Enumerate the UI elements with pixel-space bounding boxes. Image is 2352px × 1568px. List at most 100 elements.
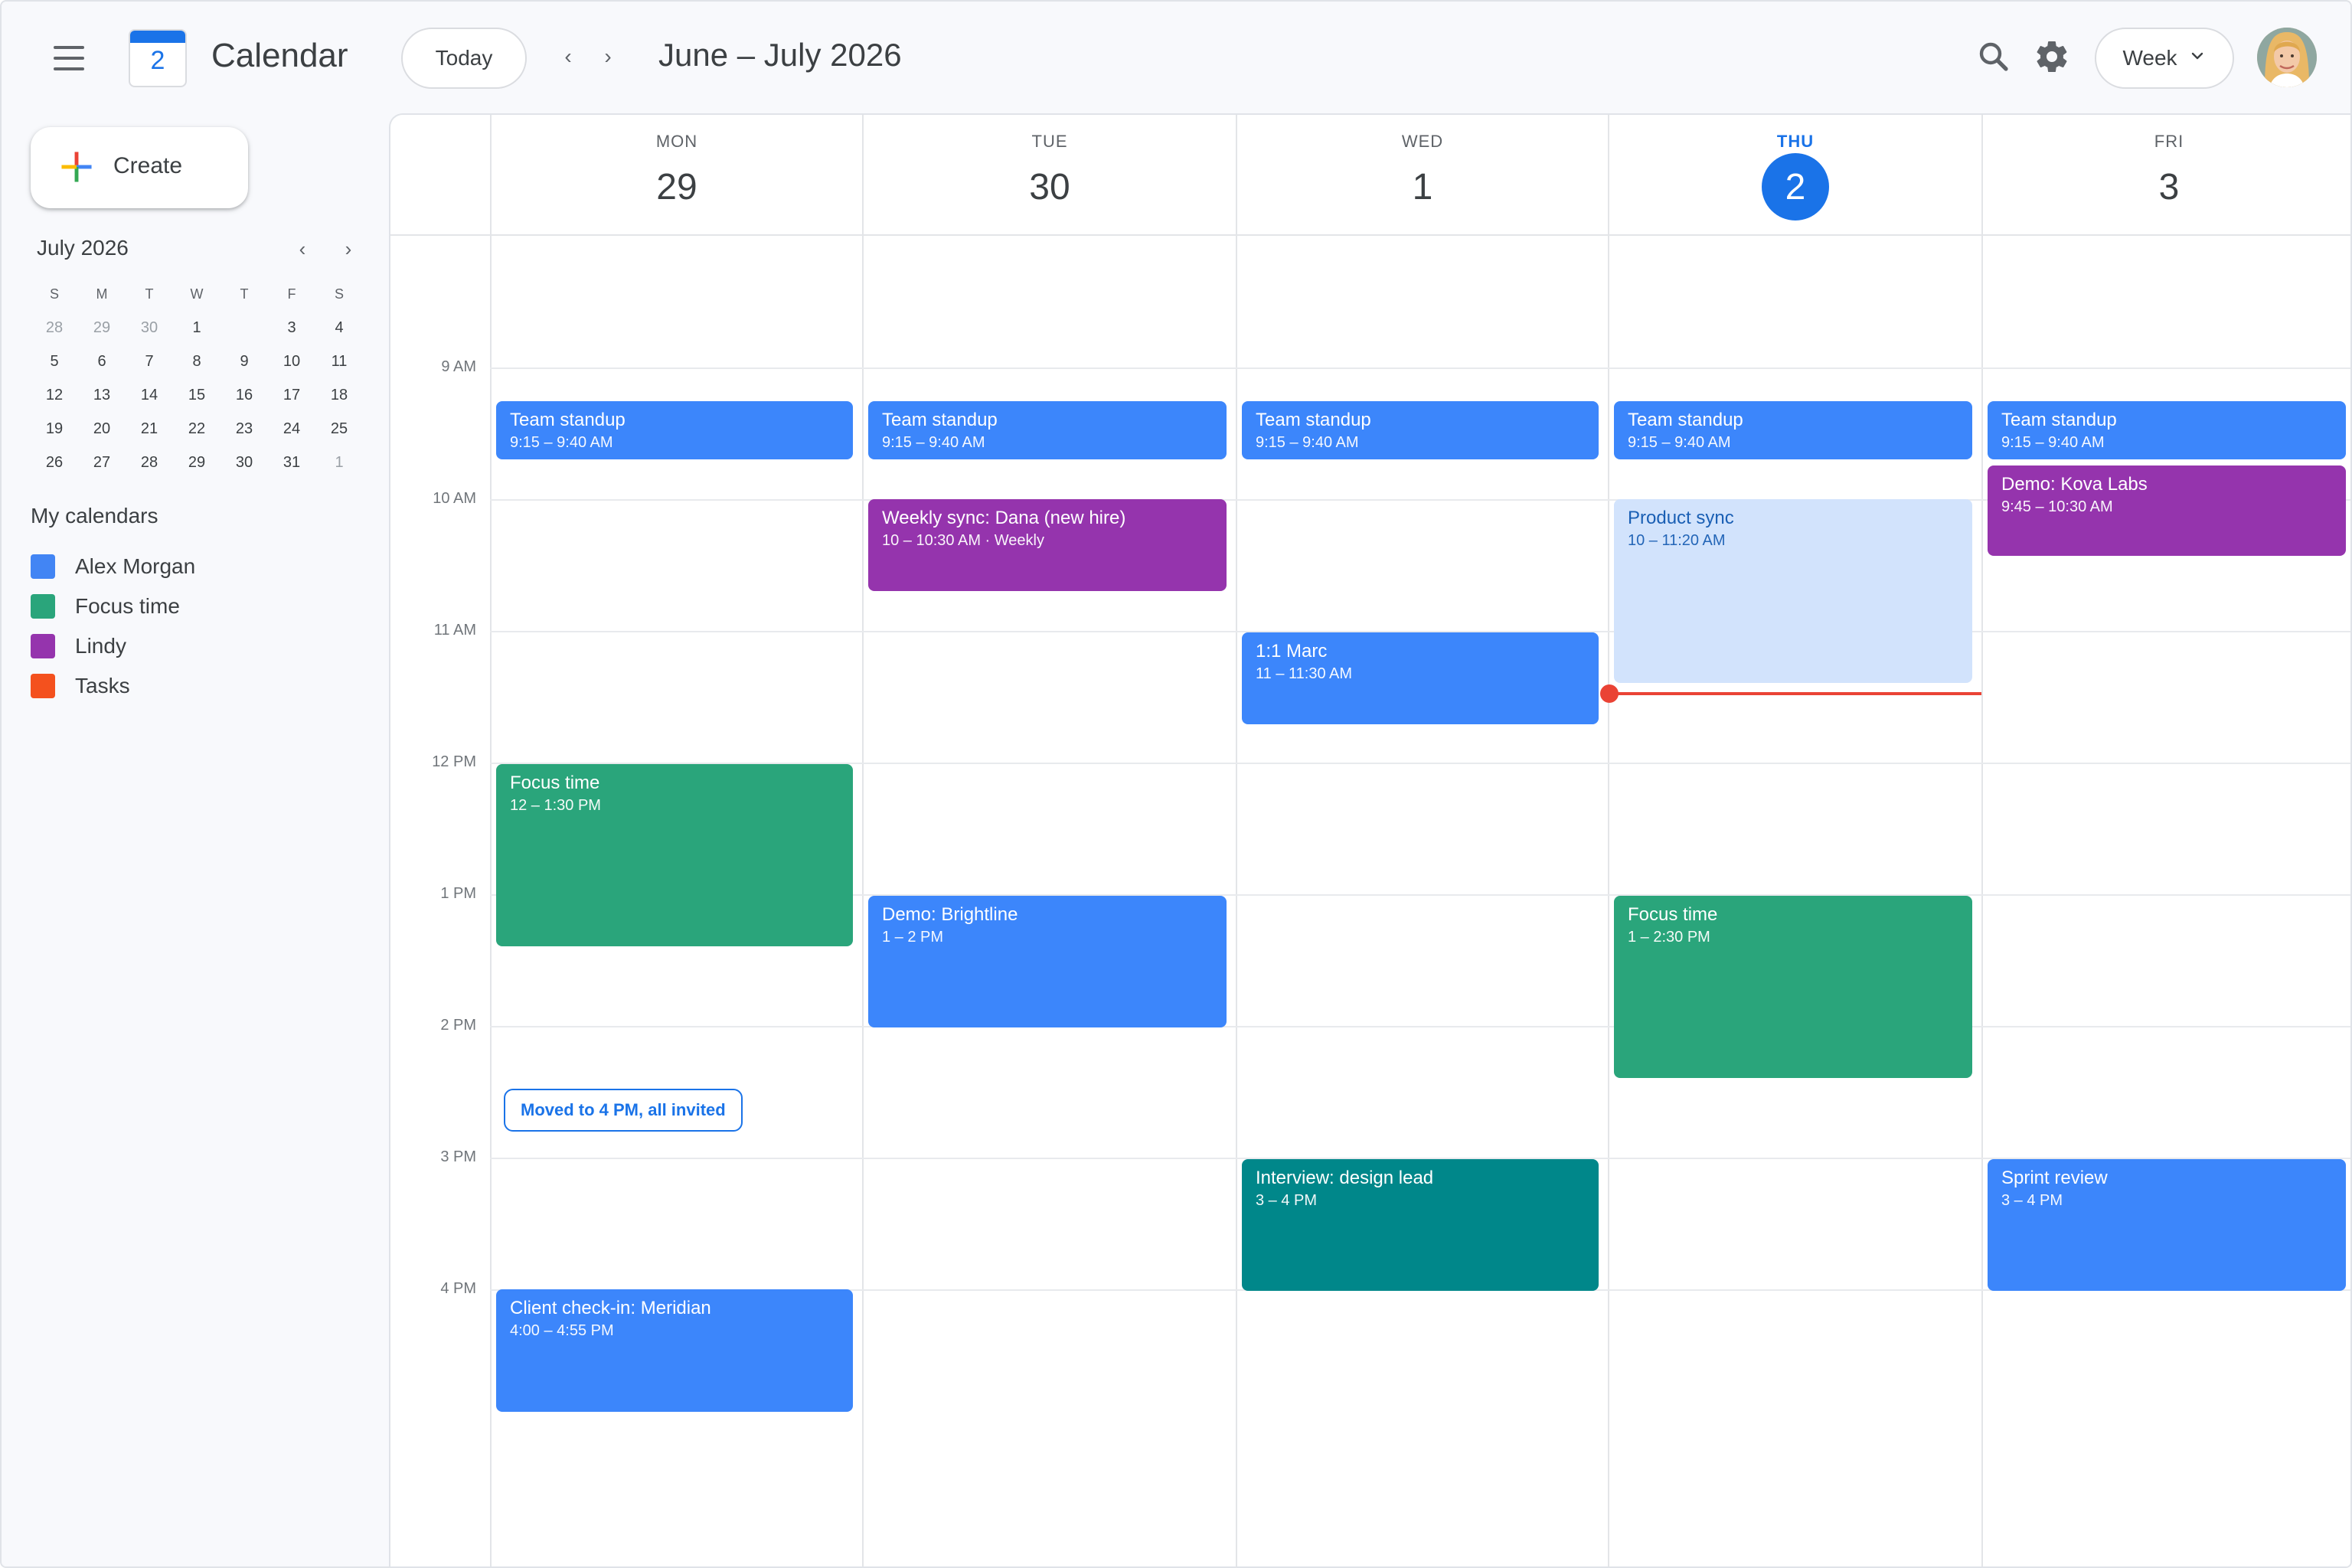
event-team-standup-fri[interactable]: Team standup 9:15 – 9:40 AM — [1988, 401, 2346, 459]
mini-day[interactable]: 8 — [173, 345, 220, 378]
calendar-item-tasks[interactable]: Tasks — [31, 669, 352, 703]
mini-day[interactable]: 29 — [78, 311, 126, 345]
mini-day[interactable]: 14 — [126, 378, 173, 412]
mini-day[interactable]: 13 — [78, 378, 126, 412]
calendar-item-label: Tasks — [75, 674, 130, 697]
calendar-checkbox[interactable] — [31, 634, 55, 658]
day-number[interactable]: 30 — [1016, 153, 1083, 220]
main-menu-button[interactable] — [44, 34, 93, 83]
moved-notice-chip[interactable]: Moved to 4 PM, all invited — [504, 1089, 743, 1132]
mini-day[interactable]: 7 — [126, 345, 173, 378]
column-divider — [490, 115, 492, 1566]
day-header-mon[interactable]: MON 29 — [492, 115, 862, 234]
day-header-thu[interactable]: THU 2 — [1609, 115, 1981, 234]
day-number[interactable]: 3 — [2135, 153, 2203, 220]
user-avatar[interactable] — [2257, 28, 2317, 87]
event-product-sync-thu[interactable]: Product sync 10 – 11:20 AM — [1614, 499, 1972, 683]
next-week-button[interactable]: › — [594, 40, 622, 74]
day-number[interactable]: 1 — [1389, 153, 1456, 220]
calendar-checkbox[interactable] — [31, 674, 55, 698]
mini-day[interactable]: 16 — [220, 378, 268, 412]
mini-day[interactable]: 19 — [31, 412, 78, 446]
create-button[interactable]: Create — [31, 127, 248, 208]
mini-day[interactable]: 5 — [31, 345, 78, 378]
calendar-checkbox[interactable] — [31, 594, 55, 619]
event-title: Sprint review — [2001, 1168, 2108, 1188]
calendar-item-lindy[interactable]: Lindy — [31, 629, 352, 663]
column-divider — [862, 115, 864, 1566]
event-demo-brightline-tue[interactable]: Demo: Brightline 1 – 2 PM — [868, 896, 1227, 1027]
event-one-on-one-wed[interactable]: 1:1 Marc 11 – 11:30 AM — [1242, 632, 1599, 724]
mini-day[interactable]: 12 — [31, 378, 78, 412]
mini-day[interactable]: 18 — [315, 378, 363, 412]
event-time: 9:15 – 9:40 AM — [510, 434, 613, 451]
event-demo-kova-fri[interactable]: Demo: Kova Labs 9:45 – 10:30 AM — [1988, 466, 2346, 556]
mini-day[interactable]: 30 — [126, 311, 173, 345]
mini-weekday: S — [334, 286, 344, 302]
view-selector-button[interactable]: Week — [2095, 28, 2234, 89]
event-client-checkin-mon[interactable]: Client check-in: Meridian 4:00 – 4:55 PM — [496, 1289, 853, 1412]
day-header-wed[interactable]: WED 1 — [1237, 115, 1608, 234]
mini-calendar-prev-button[interactable]: ‹ — [291, 236, 314, 262]
event-team-standup-thu[interactable]: Team standup 9:15 – 9:40 AM — [1614, 401, 1972, 459]
day-header-tue[interactable]: TUE 30 — [864, 115, 1236, 234]
mini-day[interactable]: 30 — [220, 446, 268, 479]
mini-day[interactable]: 6 — [78, 345, 126, 378]
mini-day[interactable]: 20 — [78, 412, 126, 446]
mini-weekday: F — [287, 286, 296, 302]
mini-day[interactable]: 3 — [268, 311, 315, 345]
day-number-today[interactable]: 2 — [1762, 153, 1829, 220]
event-team-standup-tue[interactable]: Team standup 9:15 – 9:40 AM — [868, 401, 1227, 459]
time-label: 2 PM — [440, 1017, 476, 1034]
today-button[interactable]: Today — [401, 28, 527, 89]
mini-day[interactable]: 17 — [268, 378, 315, 412]
mini-day[interactable]: 28 — [31, 311, 78, 345]
event-interview-wed[interactable]: Interview: design lead 3 – 4 PM — [1242, 1159, 1599, 1291]
gear-icon[interactable] — [2034, 38, 2070, 75]
search-icon[interactable] — [1975, 38, 2012, 75]
mini-day[interactable]: 24 — [268, 412, 315, 446]
app-title: Calendar — [211, 37, 348, 74]
mini-weekday: T — [145, 286, 154, 302]
day-number[interactable]: 29 — [643, 153, 710, 220]
mini-day[interactable]: 25 — [315, 412, 363, 446]
mini-day[interactable]: 10 — [268, 345, 315, 378]
mini-day[interactable]: 28 — [126, 446, 173, 479]
event-focus-time-mon[interactable]: Focus time 12 – 1:30 PM — [496, 764, 853, 946]
column-divider — [1981, 115, 1983, 1566]
mini-day[interactable]: 1 — [315, 446, 363, 479]
event-team-standup-mon[interactable]: Team standup 9:15 – 9:40 AM — [496, 401, 853, 459]
event-time: 3 – 4 PM — [2001, 1192, 2063, 1209]
mini-day[interactable]: 1 — [173, 311, 220, 345]
calendar-app: 2 Calendar Today ‹ › June – July 2026 We… — [0, 0, 2352, 1568]
calendar-item-focus-time[interactable]: Focus time — [31, 590, 352, 623]
event-focus-time-thu[interactable]: Focus time 1 – 2:30 PM — [1614, 896, 1972, 1078]
time-label: 1 PM — [440, 885, 476, 902]
my-calendars-heading[interactable]: My calendars — [31, 504, 158, 528]
mini-day[interactable]: 23 — [220, 412, 268, 446]
mini-day[interactable]: 4 — [315, 311, 363, 345]
mini-day[interactable]: 15 — [173, 378, 220, 412]
event-time: 9:15 – 9:40 AM — [1256, 434, 1359, 451]
event-team-standup-wed[interactable]: Team standup 9:15 – 9:40 AM — [1242, 401, 1599, 459]
calendar-logo-icon: 2 — [129, 29, 187, 87]
day-header-fri[interactable]: FRI 3 — [1983, 115, 2350, 234]
mini-day[interactable]: 9 — [220, 345, 268, 378]
calendar-checkbox[interactable] — [31, 554, 55, 579]
previous-week-button[interactable]: ‹ — [554, 40, 582, 74]
event-sprint-review-fri[interactable]: Sprint review 3 – 4 PM — [1988, 1159, 2346, 1291]
mini-day[interactable]: 26 — [31, 446, 78, 479]
mini-day[interactable]: 29 — [173, 446, 220, 479]
event-title: Team standup — [1628, 410, 1743, 430]
mini-day[interactable]: 27 — [78, 446, 126, 479]
mini-day[interactable]: 31 — [268, 446, 315, 479]
day-of-week: THU — [1776, 132, 1815, 151]
mini-day[interactable]: 11 — [315, 345, 363, 378]
mini-calendar-next-button[interactable]: › — [337, 236, 360, 262]
event-time: 12 – 1:30 PM — [510, 797, 601, 814]
mini-day[interactable]: 22 — [173, 412, 220, 446]
calendar-item-alex-morgan[interactable]: Alex Morgan — [31, 550, 352, 583]
event-weekly-sync-tue[interactable]: Weekly sync: Dana (new hire) 10 – 10:30 … — [868, 499, 1227, 591]
mini-day[interactable]: 21 — [126, 412, 173, 446]
mini-day-today[interactable] — [220, 311, 268, 345]
